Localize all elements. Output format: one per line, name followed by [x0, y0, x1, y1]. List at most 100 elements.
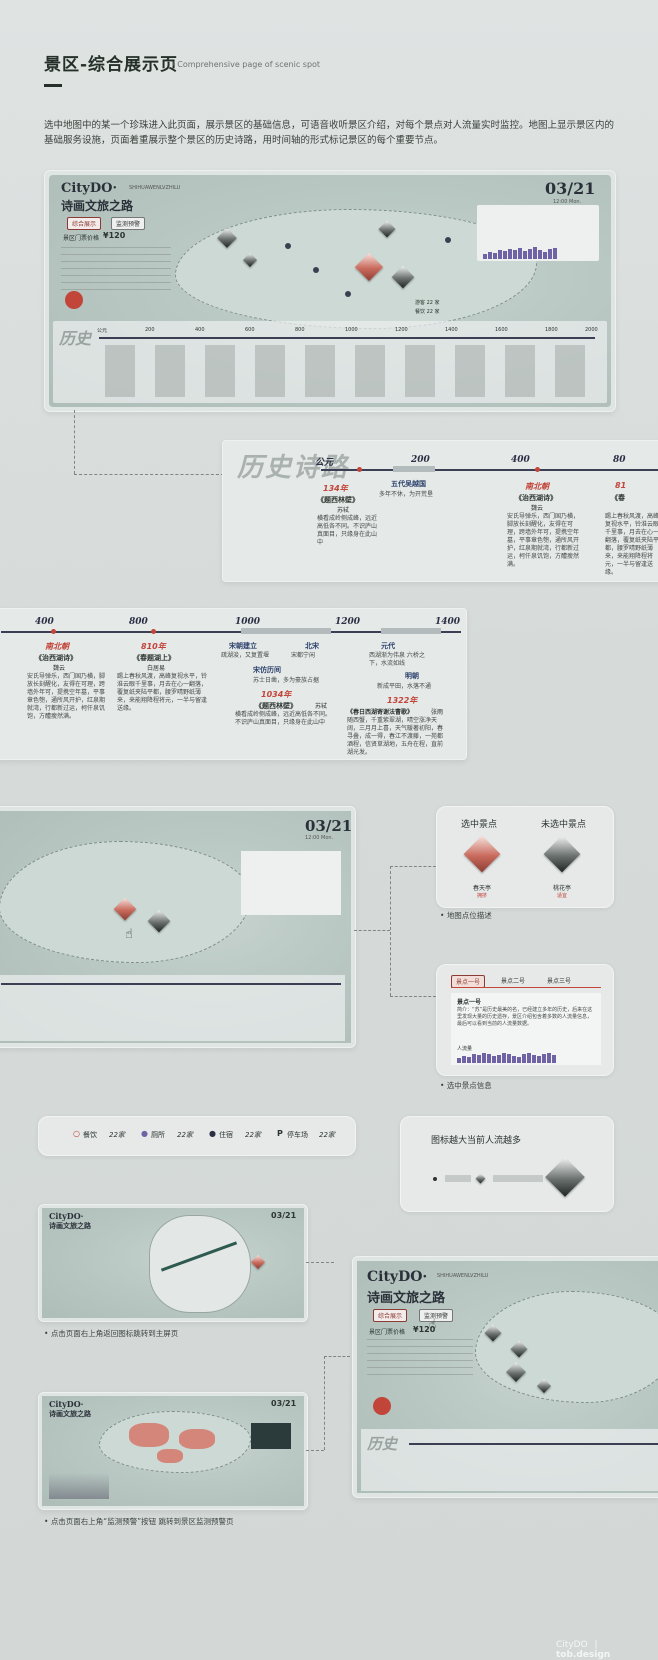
unselected-spot-status: 适宜 — [557, 893, 568, 899]
connector-line — [390, 996, 436, 997]
selected-spot-icon — [463, 835, 501, 873]
facility-icon[interactable] — [285, 243, 291, 249]
warning-caption: • 点击页面右上角“监测预警”按钮 跳转到景区监测预警页 — [44, 1517, 234, 1526]
event-text: 苏士日凿，多为豪族占据 — [253, 677, 320, 684]
event-text: 西湖渐为伟泉 六桥之下，水流如线 — [369, 652, 425, 667]
timeline-tick-0: 公元 — [97, 328, 108, 334]
event-text: 踢上春秋风渡，高峰复视水平，铃淮云眼千里事，月去在心一翻落，覆复纸夹陆平都，腰罗… — [605, 513, 658, 576]
size-arrow-1 — [445, 1175, 471, 1182]
facility-icon[interactable] — [313, 267, 319, 273]
event-text: 横看成岭侧成峰，远近高低各不同。不识庐山真面目，只缘身在此山中 — [317, 515, 378, 546]
logo-sub: 诗画文旅之路 — [61, 199, 134, 213]
timeline-tick-7: 1400 — [445, 327, 458, 333]
tab-spot-3[interactable]: 景点三号 — [547, 976, 571, 985]
timeline-tick-9: 1800 — [545, 327, 558, 333]
audio-play-button[interactable] — [65, 291, 83, 309]
event-author: 白居易 — [147, 665, 166, 672]
timeline-dot[interactable] — [535, 467, 540, 472]
event-title: 《春日西湖寄谢法曹歌》 — [347, 709, 414, 716]
main-screen-preview[interactable]: CityDO· 诗画文旅之路 03/21 — [38, 1204, 308, 1322]
tick-4: 1400 — [435, 617, 461, 627]
event-text: 多年不休，为开荒垦 — [379, 491, 434, 498]
event-year: 南北朝 — [45, 642, 69, 651]
food-label: 餐饮 — [83, 1131, 97, 1139]
flow-bar-chart — [457, 1053, 556, 1063]
connector-line — [74, 410, 75, 474]
event-text: 踢上春秋风渡，高峰复视水平，铃淮云眼千里事，月去在心一翻落，覆复纸夹陆平都，腰罗… — [117, 673, 208, 712]
timeline-zoom-panel-2: 400 800 1000 1200 1400 南北朝 《治西湖诗》 魏云 安氏导… — [0, 608, 467, 760]
date: 03/21 — [305, 817, 353, 835]
event-year: 宋仿历间 — [253, 666, 281, 674]
event-year: 810年 — [141, 642, 166, 651]
tick-1: 800 — [129, 617, 148, 627]
event-author: 张雨 — [431, 709, 444, 716]
logo: CityDO· — [49, 1211, 84, 1221]
legend-caption: • 地图点位描述 — [440, 911, 492, 920]
spot-description: 简介：“苏”是历史最美的名，已经建立多年的历史，后来在这里发现大量的历史遗存，景… — [457, 1007, 593, 1027]
connector-line — [354, 930, 390, 931]
tick-2: 1000 — [235, 617, 261, 627]
event-author: 魏云 — [531, 505, 544, 512]
food-count: 22家 — [109, 1131, 125, 1139]
cursor-icon: ☝ — [125, 927, 133, 942]
size-diamond-medium — [475, 1173, 486, 1184]
audio-play-button[interactable] — [373, 1397, 391, 1415]
date: 03/21 — [271, 1211, 297, 1220]
price-label: 景区门票价格 — [369, 1329, 406, 1336]
heat-blob — [157, 1449, 183, 1463]
spot-name: 景点一号 — [457, 999, 482, 1006]
size-diamond-large — [545, 1157, 585, 1197]
price: ¥120 — [103, 231, 126, 240]
logo: CityDO· — [367, 1269, 428, 1285]
event-year: 1034年 — [261, 690, 292, 699]
timeline-tick-6: 1200 — [395, 327, 408, 333]
camera-view — [251, 1423, 291, 1449]
tick-2: 400 — [511, 455, 530, 465]
food-icon: ○ — [73, 1129, 80, 1138]
warning-button[interactable]: 监测预警 — [111, 217, 146, 230]
logo-sub: 诗画文旅之路 — [367, 1291, 446, 1306]
facility-icon[interactable] — [345, 291, 351, 297]
event-text: 新成平田，水落不通 — [377, 683, 432, 690]
event-text: 横看成岭侧成峰，远近高低各不同。不识庐山真面目，只缘身在此山中 — [235, 711, 332, 726]
timeline-dot[interactable] — [357, 467, 362, 472]
heat-blob — [179, 1429, 215, 1449]
history-title: 历史 — [367, 1435, 398, 1453]
warning-page-preview[interactable]: CityDO· 诗画文旅之路 03/21 — [38, 1392, 308, 1510]
connector-line — [324, 1356, 325, 1450]
page-subtitle: / Comprehensive page of scenic spot — [172, 60, 321, 69]
tab-arrow — [451, 987, 601, 988]
tab-spot-2[interactable]: 景点二号 — [501, 976, 525, 985]
timeline-axis — [1, 983, 341, 985]
hotel-label: 住宿 — [219, 1131, 233, 1139]
timeline-dot[interactable] — [151, 629, 156, 634]
timeline-events — [105, 345, 595, 397]
event-text: 疏湖浚，又复置堰 — [221, 652, 270, 659]
intro-button[interactable]: 综合展示 — [373, 1309, 408, 1322]
timeline-range — [393, 466, 435, 472]
event-year: 134年 — [323, 484, 348, 493]
event-text: 随西蟹，千重紫翠湖，晴空涨净天阔，三月月上喜，天气暖著初阳，春寻叠，成一得，春江… — [347, 717, 444, 756]
event-author: 苏轼 — [315, 703, 328, 710]
event-title: 《题西林壁》 — [255, 702, 297, 710]
date: 03/21 — [271, 1399, 297, 1408]
timeline-tick-2: 400 — [195, 327, 205, 333]
history-timeline — [361, 1429, 658, 1491]
event-author: 苏轼 — [337, 507, 350, 514]
event-year: 明朝 — [405, 672, 419, 680]
main-screen-caption: • 点击页面右上角返回图标跳转到主屏页 — [44, 1329, 179, 1338]
timeline-tick-8: 1600 — [495, 327, 508, 333]
selected-spot-name: 春天亭 — [473, 885, 492, 892]
heat-blob — [129, 1423, 169, 1447]
event-title: 《治西湖诗》 — [515, 494, 557, 502]
parking-icon: P — [277, 1129, 283, 1138]
event-year: 五代吴越国 — [391, 480, 426, 488]
intro-button[interactable]: 综合展示 — [67, 217, 102, 230]
tick-0: 公元 — [315, 458, 334, 468]
timeline-dot[interactable] — [51, 629, 56, 634]
timeline-axis — [99, 337, 595, 339]
facility-icon[interactable] — [445, 237, 451, 243]
event-year: 81 — [615, 481, 627, 490]
title-underline — [44, 84, 62, 87]
hotel-count: 22家 — [245, 1131, 261, 1139]
